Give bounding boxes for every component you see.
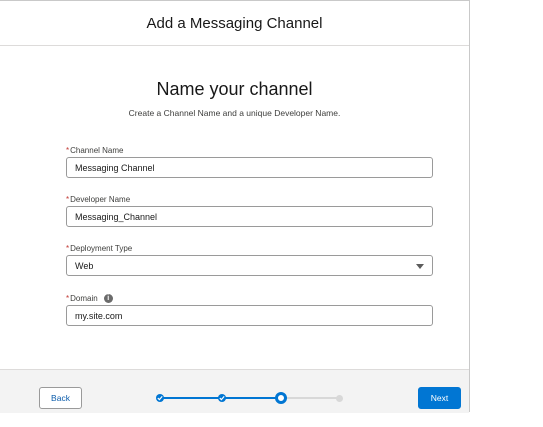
channel-name-input[interactable]: Messaging Channel	[66, 157, 433, 178]
domain-input[interactable]: my.site.com	[66, 305, 433, 326]
channel-name-label: * Channel Name	[66, 146, 124, 155]
chevron-down-icon	[416, 264, 424, 269]
domain-field: * Domain i my.site.com	[66, 293, 433, 326]
next-button[interactable]: Next	[418, 387, 461, 409]
info-icon[interactable]: i	[103, 294, 113, 303]
progress-step-1[interactable]	[156, 394, 164, 402]
modal-header: Add a Messaging Channel	[0, 1, 469, 46]
progress-step-3-current[interactable]	[275, 392, 287, 404]
page-subheading: Create a Channel Name and a unique Devel…	[128, 108, 341, 118]
deployment-type-label: * Deployment Type	[66, 244, 133, 253]
modal-footer: Back Next	[0, 369, 469, 413]
required-marker: *	[66, 146, 70, 155]
progress-line-completed	[222, 397, 281, 399]
progress-step-2[interactable]	[218, 394, 226, 402]
required-marker: *	[66, 195, 70, 204]
back-button[interactable]: Back	[39, 387, 82, 409]
check-icon	[157, 396, 163, 401]
progress-step-4	[336, 394, 343, 402]
developer-name-input[interactable]: Messaging_Channel	[66, 206, 433, 227]
modal-title: Add a Messaging Channel	[146, 14, 323, 32]
developer-name-field: * Developer Name Messaging_Channel	[66, 194, 433, 227]
required-marker: *	[66, 294, 70, 303]
domain-label: * Domain i	[66, 293, 433, 304]
check-icon	[219, 396, 225, 401]
page-heading: Name your channel	[156, 79, 313, 99]
channel-name-field: * Channel Name Messaging Channel	[66, 145, 433, 178]
progress-line-completed	[160, 397, 222, 399]
required-marker: *	[66, 244, 70, 253]
deployment-type-field: * Deployment Type Web	[66, 243, 433, 276]
developer-name-label: * Developer Name	[66, 195, 131, 204]
messaging-channel-modal: Add a Messaging Channel Name your channe…	[0, 0, 470, 413]
deployment-type-select[interactable]: Web	[66, 255, 433, 276]
progress-line-remaining	[281, 397, 339, 399]
